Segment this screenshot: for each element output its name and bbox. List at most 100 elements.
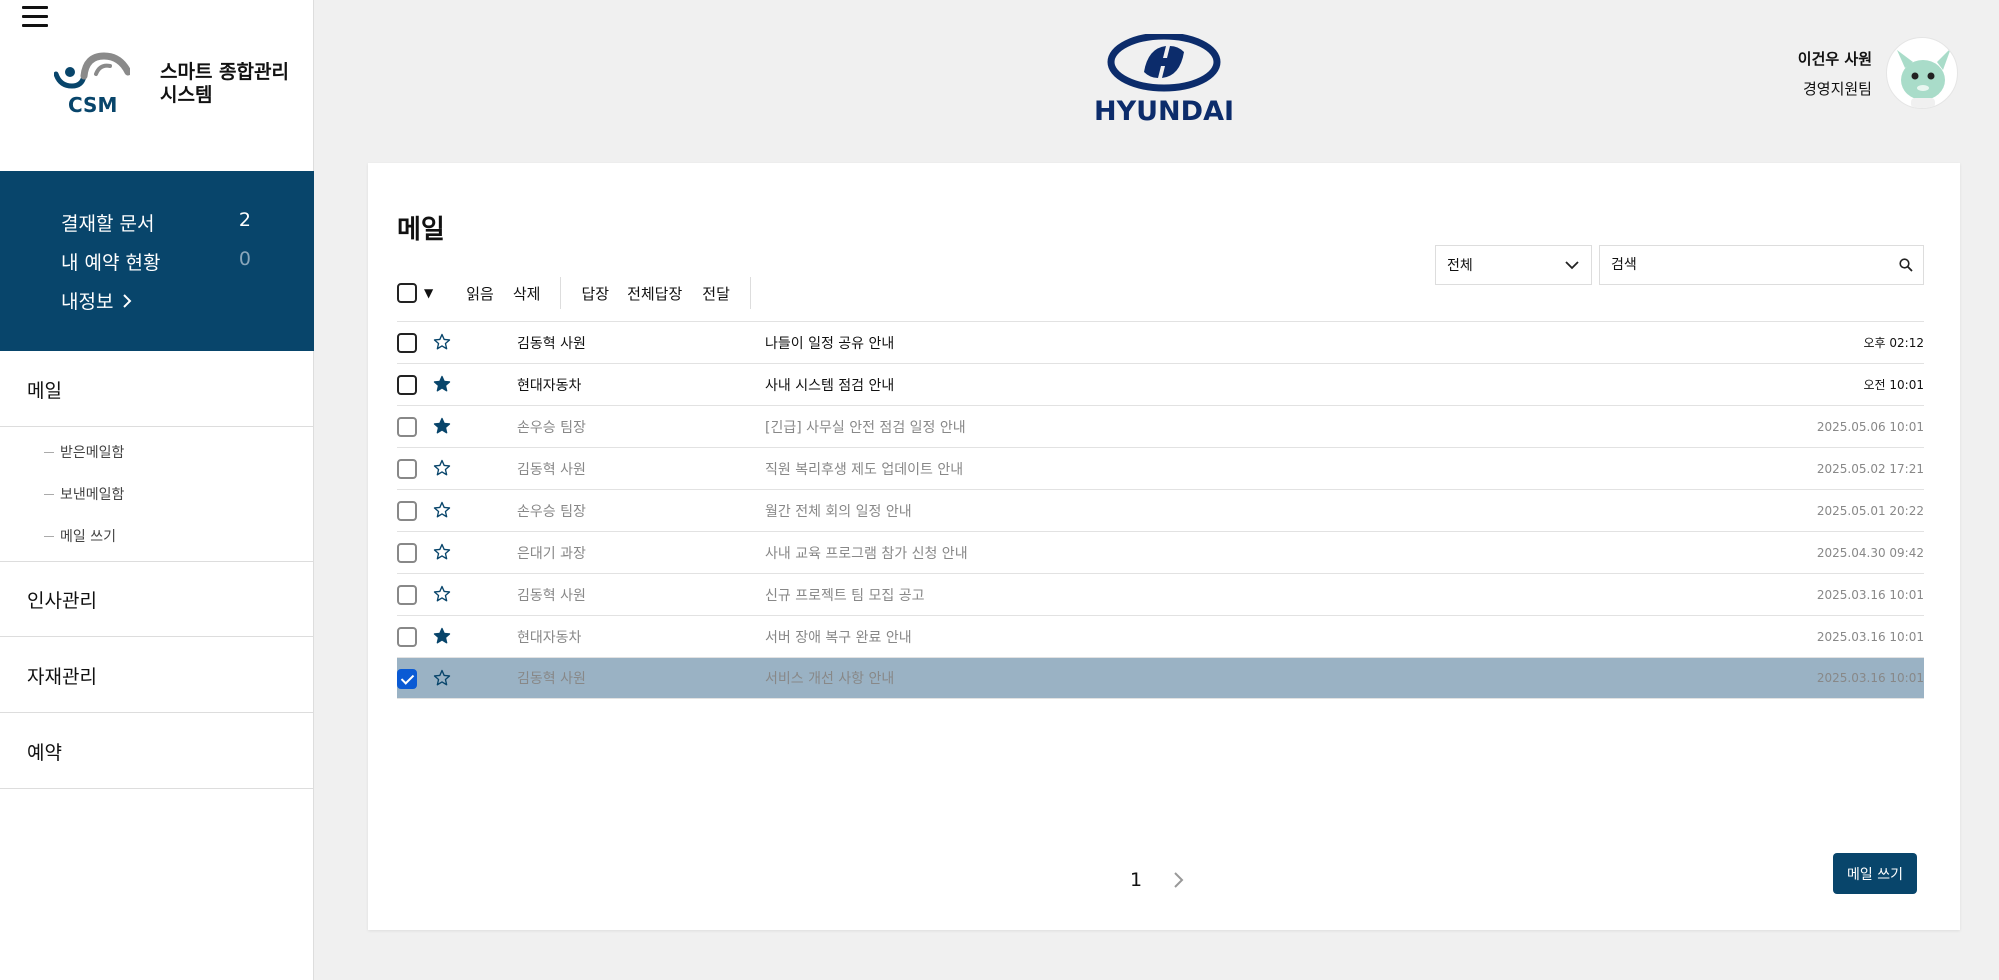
mail-row[interactable]: 김동혁 사원 신규 프로젝트 팀 모집 공고 2025.03.16 10:01 <box>397 573 1924 615</box>
mail-sender: 김동혁 사원 <box>517 461 586 478</box>
star-outline-icon[interactable] <box>433 543 451 561</box>
reply-button[interactable]: 답장 <box>581 283 609 304</box>
page-number[interactable]: 1 <box>1130 869 1142 891</box>
mail-sender: 현대자동차 <box>517 629 582 646</box>
row-checkbox[interactable] <box>397 585 417 605</box>
mark-read-button[interactable]: 읽음 <box>466 283 494 304</box>
nav-materials[interactable]: 자재관리 <box>0 638 314 713</box>
mail-sender: 은대기 과장 <box>517 545 586 562</box>
user-name: 이건우 사원 <box>1797 50 1872 68</box>
chevron-right-icon[interactable] <box>1172 871 1184 889</box>
chevron-down-icon <box>1565 261 1579 270</box>
nav-reservation[interactable]: 예약 <box>0 714 314 789</box>
brand[interactable]: CSM 스마트 종합관리 시스템 <box>54 52 300 116</box>
star-outline-icon[interactable] <box>433 669 451 687</box>
nav-mail-compose[interactable]: 메일 쓰기 <box>44 526 116 546</box>
mail-filter-value: 전체 <box>1447 258 1473 274</box>
mail-time: 2025.05.02 17:21 <box>1816 461 1924 476</box>
mail-sender: 김동혁 사원 <box>517 671 586 687</box>
mail-subject[interactable]: 직원 복리후생 제도 업데이트 안내 <box>765 459 963 479</box>
row-checkbox[interactable] <box>397 459 417 479</box>
reservation-label: 내 예약 현황 <box>61 252 161 274</box>
mail-time: 오전 10:01 <box>1863 378 1924 392</box>
select-all-checkbox[interactable] <box>397 283 417 303</box>
mail-subject[interactable]: 신규 프로젝트 팀 모집 공고 <box>765 585 924 605</box>
star-outline-icon[interactable] <box>433 585 451 603</box>
approval-label: 결재할 문서 <box>61 213 155 235</box>
user-team: 경영지원팀 <box>1802 80 1872 98</box>
mail-sender: 김동혁 사원 <box>517 587 586 604</box>
mail-subject[interactable]: 사내 교육 프로그램 참가 신청 안내 <box>765 543 968 563</box>
avatar[interactable] <box>1886 37 1958 109</box>
mail-row[interactable]: 김동혁 사원 나들이 일정 공유 안내 오후 02:12 <box>397 321 1924 363</box>
mail-row[interactable]: 김동혁 사원 직원 복리후생 제도 업데이트 안내 2025.05.02 17:21 <box>397 447 1924 489</box>
pagination: 1 <box>1130 869 1184 891</box>
mail-sender: 현대자동차 <box>517 377 582 394</box>
compose-mail-button[interactable]: 메일 쓰기 <box>1833 853 1917 894</box>
search-input[interactable] <box>1600 246 1870 284</box>
mail-subject[interactable]: 사내 시스템 점검 안내 <box>765 375 894 395</box>
nav-mail-inbox[interactable]: 받은메일함 <box>44 442 124 462</box>
myinfo-link[interactable]: 내정보 <box>61 287 133 314</box>
reservation-summary[interactable]: 내 예약 현황 0 <box>61 248 251 275</box>
mail-panel: 메일 전체 ▼ 읽음 삭제 답장 전체답장 전달 김동혁 사원 나들이 일정 공유… <box>368 163 1960 930</box>
nav-mail[interactable]: 메일 <box>0 352 314 427</box>
sidebar: CSM 스마트 종합관리 시스템 결재할 문서 2 내 예약 현황 0 내정보 … <box>0 0 314 980</box>
myinfo-label: 내정보 <box>61 291 114 313</box>
mail-row[interactable]: 손우승 팀장 월간 전체 회의 일정 안내 2025.05.01 20:22 <box>397 489 1924 531</box>
delete-button[interactable]: 삭제 <box>513 283 541 304</box>
mail-subject[interactable]: 월간 전체 회의 일정 안내 <box>765 501 912 521</box>
nav-materials-label: 자재관리 <box>27 665 97 688</box>
csm-logo-text: CSM <box>68 93 117 116</box>
mail-filter-select[interactable]: 전체 <box>1435 245 1592 285</box>
mail-subject[interactable]: 서비스 개선 사항 안내 <box>765 668 894 688</box>
row-checkbox[interactable] <box>397 669 417 689</box>
mail-subject[interactable]: [긴급] 사무실 안전 점검 일정 안내 <box>765 417 966 437</box>
row-checkbox[interactable] <box>397 501 417 521</box>
forward-button[interactable]: 전달 <box>702 283 730 304</box>
search-icon[interactable] <box>1899 258 1913 272</box>
nav-mail-sent-label: 보낸메일함 <box>60 487 125 503</box>
star-outline-icon[interactable] <box>433 459 451 477</box>
dash-icon <box>44 535 54 537</box>
nav-hr[interactable]: 인사관리 <box>0 561 314 637</box>
star-outline-icon[interactable] <box>433 501 451 519</box>
hyundai-logo-text: HYUNDAI <box>1094 96 1234 124</box>
mail-row[interactable]: 현대자동차 서버 장애 복구 완료 안내 2025.03.16 10:01 <box>397 615 1924 657</box>
row-checkbox[interactable] <box>397 333 417 353</box>
mail-row[interactable]: 김동혁 사원 서비스 개선 사항 안내 2025.03.16 10:01 <box>397 657 1924 699</box>
mail-subject[interactable]: 서버 장애 복구 완료 안내 <box>765 627 912 647</box>
star-filled-icon[interactable] <box>433 375 451 393</box>
search-box <box>1599 245 1924 285</box>
select-dropdown-icon[interactable]: ▼ <box>424 286 433 300</box>
star-filled-icon[interactable] <box>433 627 451 645</box>
mail-row[interactable]: 현대자동차 사내 시스템 점검 안내 오전 10:01 <box>397 363 1924 405</box>
brand-title: 스마트 종합관리 시스템 <box>160 61 289 106</box>
reply-all-button[interactable]: 전체답장 <box>627 283 682 304</box>
row-checkbox[interactable] <box>397 543 417 563</box>
mail-sender: 손우승 팀장 <box>517 419 586 436</box>
summary-panel: 결재할 문서 2 내 예약 현황 0 내정보 <box>0 171 314 351</box>
mail-toolbar: ▼ 읽음 삭제 답장 전체답장 전달 <box>397 275 751 311</box>
nav-mail-compose-label: 메일 쓰기 <box>60 529 116 545</box>
mail-time: 2025.03.16 10:01 <box>1816 671 1924 685</box>
mail-list: 김동혁 사원 나들이 일정 공유 안내 오후 02:12 현대자동차 사내 시스템 점검… <box>397 321 1924 699</box>
mail-time: 2025.03.16 10:01 <box>1816 587 1924 602</box>
mail-time: 2025.03.16 10:01 <box>1816 629 1924 644</box>
mail-row[interactable]: 손우승 팀장 [긴급] 사무실 안전 점검 일정 안내 2025.05.06 10:… <box>397 405 1924 447</box>
row-checkbox[interactable] <box>397 627 417 647</box>
star-filled-icon[interactable] <box>433 417 451 435</box>
row-checkbox[interactable] <box>397 375 417 395</box>
nav-mail-sent[interactable]: 보낸메일함 <box>44 484 124 504</box>
mail-sender: 김동혁 사원 <box>517 335 586 352</box>
star-outline-icon[interactable] <box>433 333 451 351</box>
mail-row[interactable]: 은대기 과장 사내 교육 프로그램 참가 신청 안내 2025.04.30 09:4… <box>397 531 1924 573</box>
mail-time: 2025.05.01 20:22 <box>1816 503 1924 518</box>
menu-icon[interactable] <box>22 6 48 28</box>
mail-subject[interactable]: 나들이 일정 공유 안내 <box>765 333 894 353</box>
avatar-image <box>1897 48 1951 108</box>
row-checkbox[interactable] <box>397 417 417 437</box>
mail-time: 오후 02:12 <box>1863 336 1924 350</box>
mail-time: 2025.05.06 10:01 <box>1816 419 1924 434</box>
approval-summary[interactable]: 결재할 문서 2 <box>61 209 251 236</box>
